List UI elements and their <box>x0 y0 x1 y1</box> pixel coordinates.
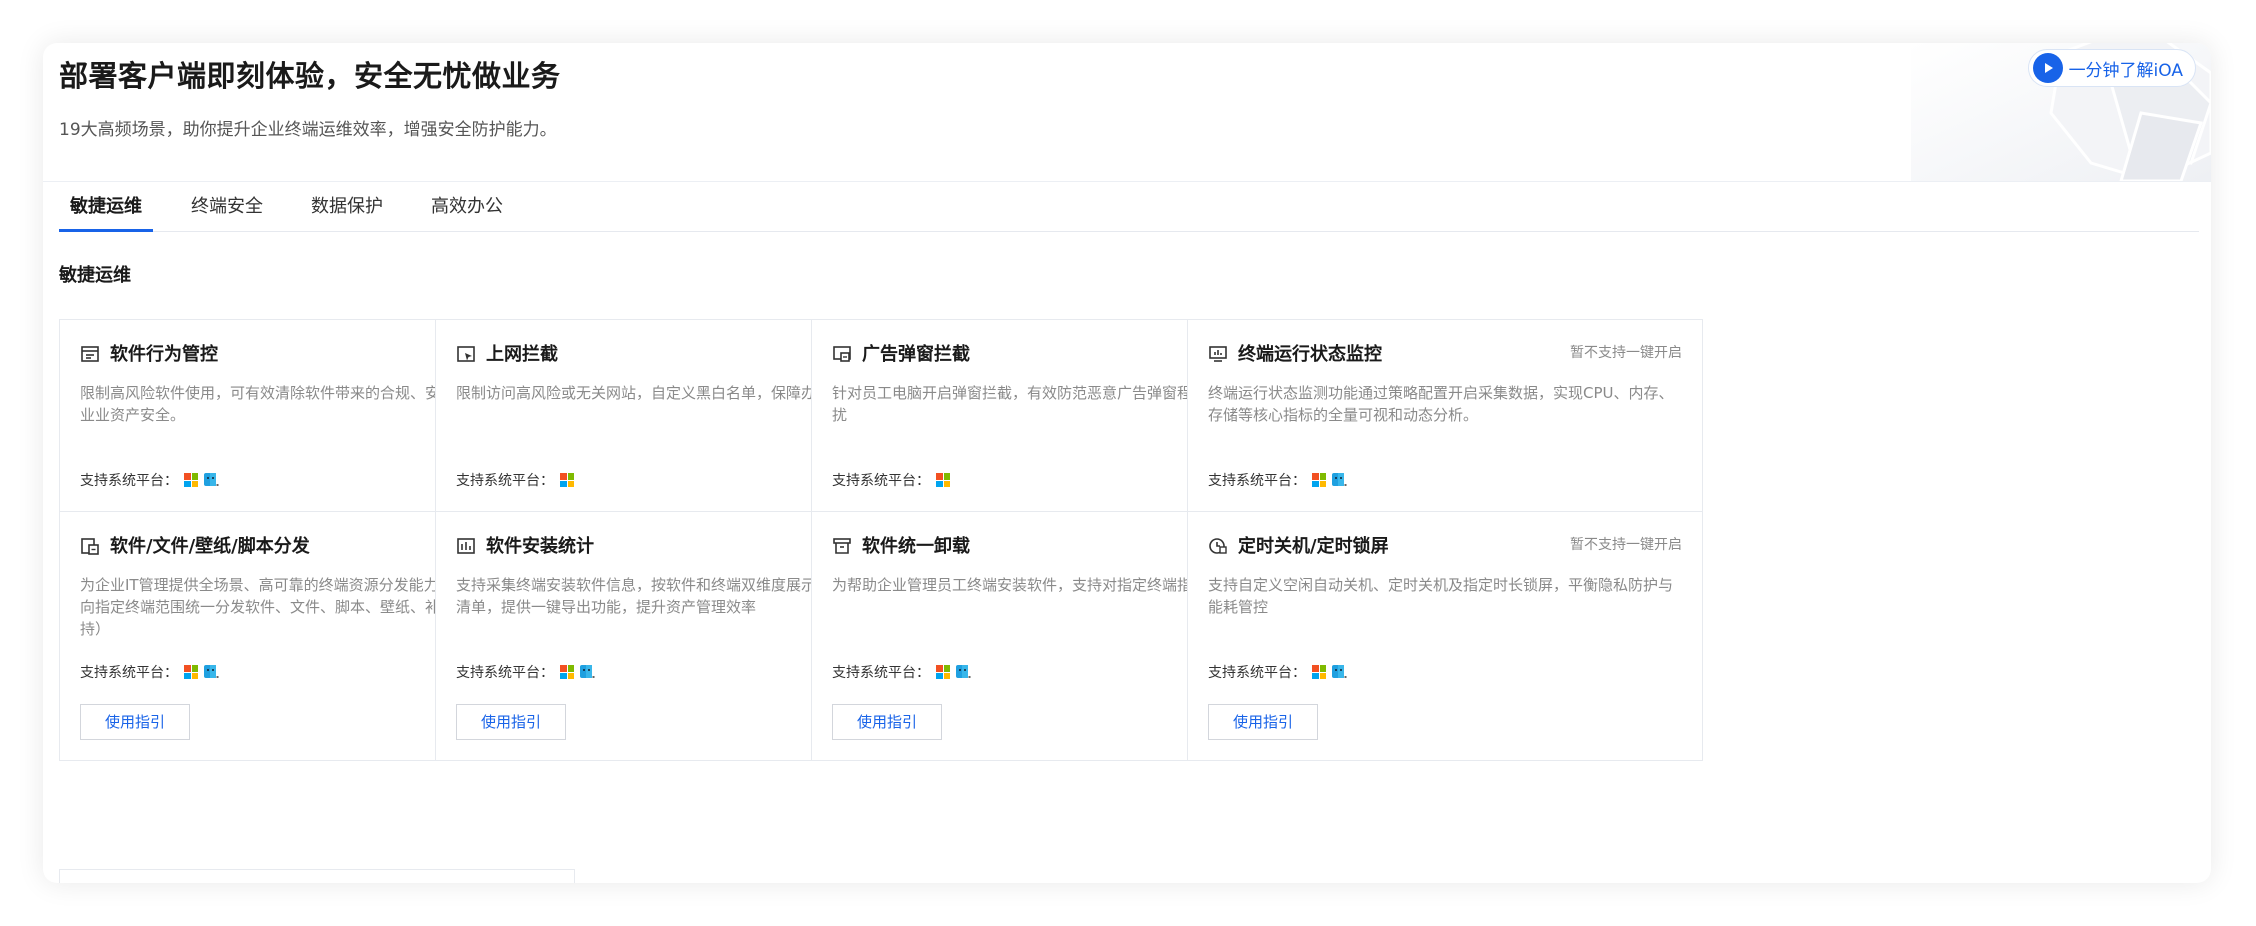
card-title: 软件安装统计 <box>486 536 594 557</box>
card-title: 软件行为管控 <box>110 344 218 365</box>
platform-label: 支持系统平台： <box>832 665 930 681</box>
platform-row: 支持系统平台： <box>832 470 950 490</box>
windows-icon <box>184 665 198 679</box>
tab-office-efficiency[interactable]: 高效办公 <box>431 181 503 231</box>
platform-row: 支持系统平台： <box>832 662 972 682</box>
page-header: 部署客户端即刻体验，安全无忧做业务 19大高频场景，助你提升企业终端运维效率，增… <box>43 43 2211 182</box>
card-description: 支持自定义空闲自动关机、定时关机及指定时长锁屏，平衡隐私防护与能耗管控 <box>1208 576 1674 616</box>
tab-data-protection[interactable]: 数据保护 <box>311 181 383 231</box>
card-actions: 使用指引 <box>832 704 943 740</box>
card-actions: 使用指引 <box>456 704 567 740</box>
timer-lock-icon <box>1208 536 1228 556</box>
play-icon <box>2032 53 2063 83</box>
card-title: 终端运行状态监控 <box>1238 344 1382 365</box>
platform-label: 支持系统平台： <box>456 665 554 681</box>
macos-icon <box>1332 473 1347 486</box>
usage-guide-button[interactable]: 使用指引 <box>80 704 191 740</box>
install-stats-icon <box>456 536 476 556</box>
page-subtitle: 19大高频场景，助你提升企业终端运维效率，增强安全防护能力。 <box>59 120 557 140</box>
popup-block-icon <box>832 344 852 364</box>
windows-icon <box>560 665 574 679</box>
windows-icon <box>184 473 198 487</box>
uninstall-icon <box>832 536 852 556</box>
feature-card: 定时关机/定时锁屏 暂不支持一键开启支持自定义空闲自动关机、定时关机及指定时长锁屏… <box>1187 511 1703 761</box>
section-title: 敏捷运维 <box>59 265 131 286</box>
windows-icon <box>936 665 950 679</box>
platform-label: 支持系统平台： <box>1208 665 1306 681</box>
web-block-icon <box>456 344 476 364</box>
card-actions: 使用指引 <box>80 704 191 740</box>
card-status: 暂不支持一键开启 <box>1570 537 1682 553</box>
platform-label: 支持系统平台： <box>80 473 178 489</box>
platform-label: 支持系统平台： <box>456 473 554 489</box>
platform-row: 支持系统平台： <box>456 662 596 682</box>
distribute-icon <box>80 536 100 556</box>
platform-row: 支持系统平台： <box>80 662 220 682</box>
macos-icon <box>956 665 971 678</box>
page-title: 部署客户端即刻体验，安全无忧做业务 <box>59 59 561 93</box>
windows-icon <box>936 473 950 487</box>
usage-guide-button[interactable]: 使用指引 <box>1208 704 1319 740</box>
card-title: 软件统一卸载 <box>862 536 970 557</box>
macos-icon <box>204 665 219 678</box>
windows-icon <box>560 473 574 487</box>
platform-row: 支持系统平台： <box>456 470 574 490</box>
platform-label: 支持系统平台： <box>80 665 178 681</box>
video-intro-button[interactable]: 一分钟了解iOA <box>2027 49 2196 87</box>
software-control-icon <box>80 344 100 364</box>
platform-label: 支持系统平台： <box>832 473 930 489</box>
usage-guide-button[interactable]: 使用指引 <box>456 704 567 740</box>
card-title: 广告弹窗拦截 <box>862 344 970 365</box>
feature-card <box>59 869 575 883</box>
card-title: 上网拦截 <box>486 344 558 365</box>
monitor-icon <box>1208 344 1228 364</box>
platform-row: 支持系统平台： <box>80 470 220 490</box>
card-title: 软件/文件/壁纸/脚本分发 <box>110 536 310 557</box>
macos-icon <box>1332 665 1347 678</box>
platform-row: 支持系统平台： <box>1208 470 1348 490</box>
card-description: 终端运行状态监测功能通过策略配置开启采集数据，实现CPU、内存、存储等核心指标的… <box>1208 384 1674 424</box>
macos-icon <box>580 665 595 678</box>
platform-row: 支持系统平台： <box>1208 662 1348 682</box>
tab-agile-ops[interactable]: 敏捷运维 <box>59 181 153 232</box>
video-intro-label: 一分钟了解iOA <box>2068 60 2183 81</box>
windows-icon <box>1312 473 1326 487</box>
card-status: 暂不支持一键开启 <box>1570 345 1682 361</box>
usage-guide-button[interactable]: 使用指引 <box>832 704 943 740</box>
tab-endpoint-security[interactable]: 终端安全 <box>191 181 263 231</box>
card-title: 定时关机/定时锁屏 <box>1238 536 1389 557</box>
windows-icon <box>1312 665 1326 679</box>
macos-icon <box>204 473 219 486</box>
card-actions: 使用指引 <box>1208 704 1319 740</box>
platform-label: 支持系统平台： <box>1208 473 1306 489</box>
main-panel: 部署客户端即刻体验，安全无忧做业务 19大高频场景，助你提升企业终端运维效率，增… <box>43 43 2211 883</box>
category-tabs: 敏捷运维 终端安全 数据保护 高效办公 <box>59 181 2199 232</box>
